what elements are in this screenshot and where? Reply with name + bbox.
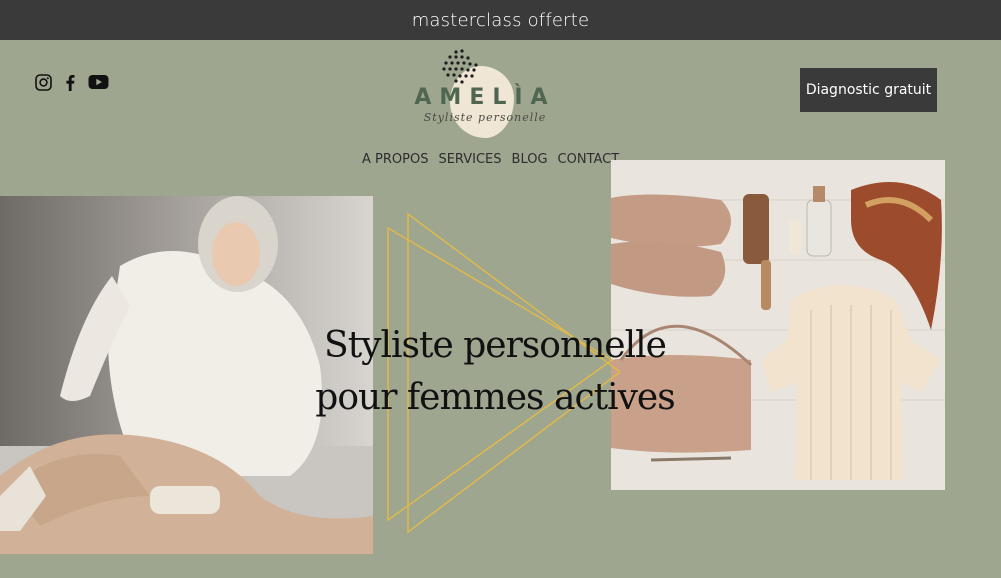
main-nav: A PROPOS SERVICES BLOG CONTACT <box>362 152 619 167</box>
announcement-bar[interactable]: masterclass offerte <box>0 0 1001 40</box>
nav-item-a-propos[interactable]: A PROPOS <box>362 152 428 167</box>
logo-tagline: Styliste personelle <box>423 111 547 124</box>
youtube-icon[interactable] <box>88 72 109 92</box>
social-links <box>35 72 109 92</box>
logo-dots-pattern <box>442 49 478 84</box>
hero-headline-line2: pour femmes actives <box>315 377 675 418</box>
diagnostic-button[interactable]: Diagnostic gratuit <box>800 68 937 112</box>
nav-item-services[interactable]: SERVICES <box>438 152 501 167</box>
facebook-icon[interactable] <box>64 72 76 92</box>
nav-item-contact[interactable]: CONTACT <box>558 152 620 167</box>
announcement-text[interactable]: masterclass offerte <box>412 10 590 31</box>
hero-headline-line1: Styliste personnelle <box>324 325 667 366</box>
hero-headline: Styliste personnelle pour femmes actives <box>300 320 690 424</box>
instagram-icon[interactable] <box>35 72 52 92</box>
logo-brand-name: AMELÌA <box>414 85 556 110</box>
brand-logo[interactable]: AMELÌA Styliste personelle <box>410 48 560 140</box>
nav-item-blog[interactable]: BLOG <box>512 152 548 167</box>
